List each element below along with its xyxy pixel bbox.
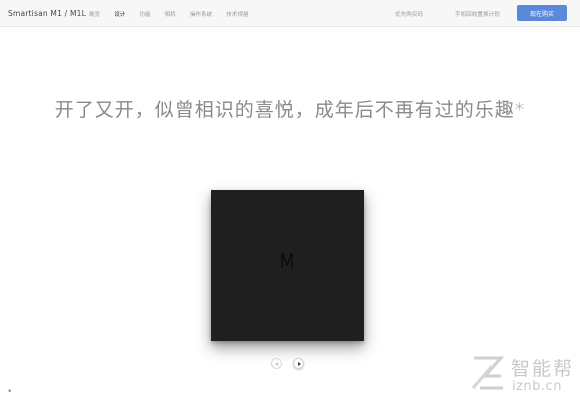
watermark-chinese-text: 智能帮 xyxy=(511,358,575,380)
carousel-prev-button[interactable] xyxy=(271,358,282,369)
watermark-logo-icon xyxy=(471,356,505,390)
watermark-url-text: iznb.cn xyxy=(512,379,562,394)
trade-in-link[interactable]: 手机回收置换计划 xyxy=(455,10,500,18)
nav-item-camera[interactable]: 相机 xyxy=(165,10,176,18)
top-navigation-bar: Smartisan M1 / M1L 概览 设计 功能 相机 操作系统 技术规格… xyxy=(0,0,580,27)
buy-now-button[interactable]: 现在购买 xyxy=(517,5,567,21)
carousel-next-button[interactable] xyxy=(293,358,304,369)
nav-item-overview[interactable]: 概览 xyxy=(89,10,100,18)
nav-item-design[interactable]: 设计 xyxy=(114,10,125,18)
footnote-marker: * xyxy=(8,388,12,396)
page-headline: 开了又开，似曾相识的喜悦，成年后不再有过的乐趣* xyxy=(54,99,526,121)
chevron-left-icon xyxy=(275,361,278,366)
product-logo: M xyxy=(278,249,297,273)
product-box-image: M xyxy=(211,190,364,341)
chevron-right-icon xyxy=(297,361,301,366)
watermark: 智能帮 iznb.cn xyxy=(470,352,576,398)
brand-title[interactable]: Smartisan M1 / M1L xyxy=(8,9,86,18)
nav-item-os[interactable]: 操作系统 xyxy=(190,10,212,18)
main-nav: 概览 设计 功能 相机 操作系统 技术规格 xyxy=(89,10,263,18)
nav-item-features[interactable]: 功能 xyxy=(139,10,150,18)
nav-item-specs[interactable]: 技术规格 xyxy=(226,10,248,18)
priority-code-link[interactable]: 优先购买码 xyxy=(395,10,423,18)
header-links: 优先购买码 手机回收置换计划 xyxy=(395,10,532,18)
